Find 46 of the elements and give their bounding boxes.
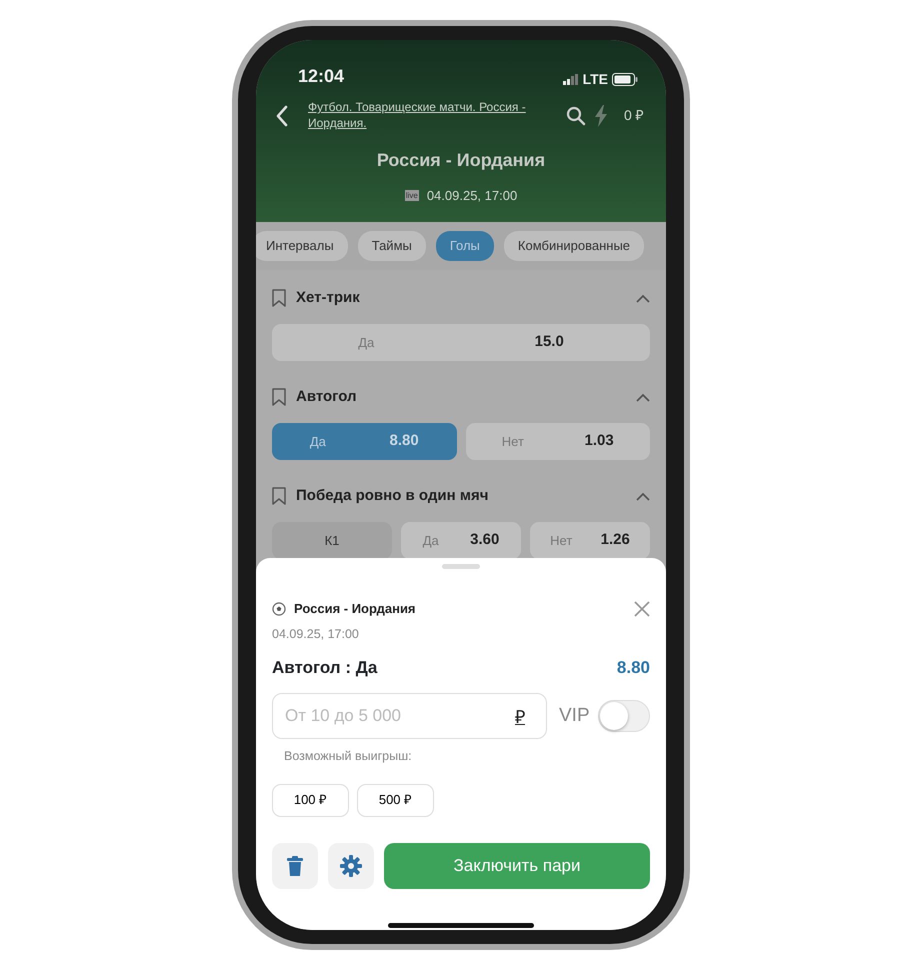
market-title: Победа ровно в один мяч: [296, 486, 490, 506]
chevron-up-icon[interactable]: [636, 492, 650, 500]
bet-odds: 8.80: [616, 657, 650, 680]
outcome-label[interactable]: К1: [272, 522, 392, 559]
battery-icon: [612, 73, 638, 86]
category-tab[interactable]: Таймы: [358, 231, 426, 261]
chevron-up-icon[interactable]: [636, 392, 650, 402]
status-time: 12:04: [298, 65, 344, 88]
breadcrumb-link[interactable]: Футбол. Товарищеские матчи. Россия - Иордания.: [308, 100, 558, 132]
slip-match: Россия - Иордания: [294, 600, 417, 618]
market-title: Хет-трик: [296, 288, 361, 308]
market-title: Автогол: [296, 386, 358, 407]
delete-button[interactable]: [272, 842, 318, 888]
network-label: LTE: [582, 70, 608, 89]
vip-label: VIP: [559, 704, 590, 728]
bookmark-icon[interactable]: [272, 388, 286, 406]
back-icon[interactable]: [276, 104, 288, 127]
odds-button[interactable]: Нет 1.26: [530, 522, 650, 559]
vip-toggle[interactable]: [598, 700, 650, 732]
close-icon[interactable]: [634, 600, 650, 617]
category-tab[interactable]: Комбинированные: [504, 231, 644, 261]
settings-button[interactable]: [328, 842, 374, 888]
match-datetime: 04.09.25, 17:00: [426, 187, 518, 206]
sheet-handle[interactable]: [442, 564, 480, 569]
bookmark-icon[interactable]: [272, 487, 286, 505]
bet-selection: Автогол : Да: [272, 657, 378, 680]
odds-button[interactable]: Да 15.0: [272, 324, 650, 361]
signal-icon: [562, 74, 579, 85]
balance-amount: 0 ₽: [624, 106, 644, 126]
possible-win-label: Возможный выигрыш:: [284, 748, 413, 765]
match-title: Россия - Иордания: [376, 149, 546, 172]
search-icon[interactable]: [566, 106, 586, 126]
chevron-up-icon[interactable]: [636, 294, 650, 302]
bookmark-icon[interactable]: [272, 289, 286, 307]
category-tab[interactable]: Интервалы: [256, 231, 348, 261]
odds-button[interactable]: Да 3.60: [401, 522, 521, 559]
currency-sign: ₽: [515, 706, 525, 729]
lightning-icon[interactable]: [594, 104, 608, 127]
trash-icon: [287, 856, 303, 876]
slip-datetime: 04.09.25, 17:00: [272, 626, 360, 642]
live-badge: live: [404, 190, 419, 202]
soccer-ball-icon: [272, 602, 286, 616]
quick-amount-button[interactable]: 100 ₽: [272, 784, 349, 816]
settings-icon: [340, 854, 362, 876]
quick-amount-button[interactable]: 500 ₽: [357, 784, 434, 816]
odds-button[interactable]: Нет 1.03: [466, 423, 650, 460]
